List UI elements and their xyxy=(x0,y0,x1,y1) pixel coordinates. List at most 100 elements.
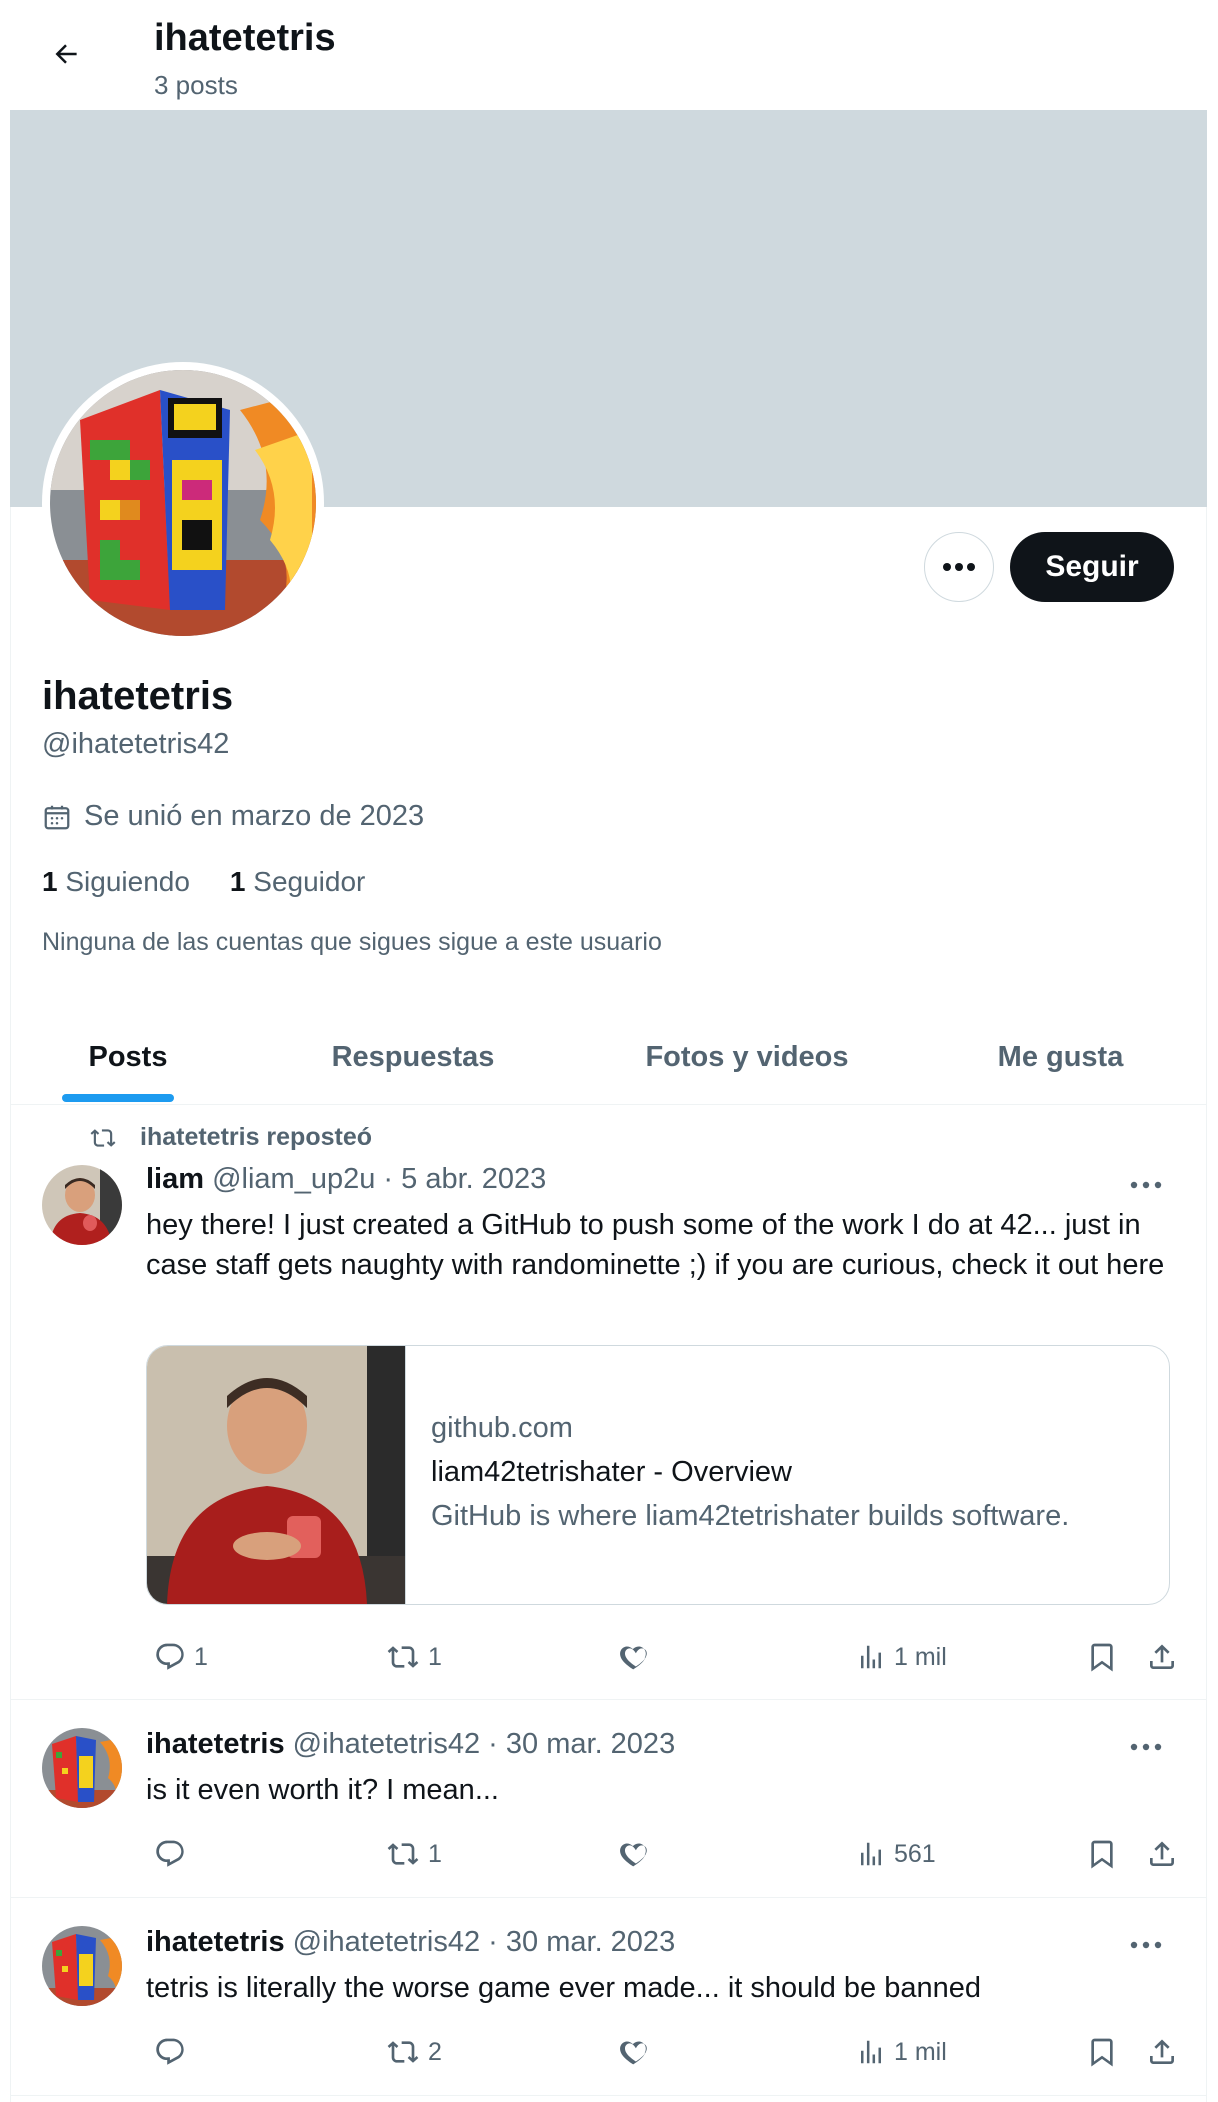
views-button[interactable]: 561 xyxy=(856,1832,936,1876)
post-actions: 2 1 mil xyxy=(146,2030,1186,2074)
post-separator: · xyxy=(383,1163,394,1195)
repost-count: 1 xyxy=(428,1642,442,1671)
following-label: Siguiendo xyxy=(65,866,190,897)
tab-posts[interactable]: Posts xyxy=(10,1010,246,1104)
bookmark-button[interactable] xyxy=(1086,1832,1118,1876)
profile-handle: @ihatetetris42 xyxy=(42,728,230,760)
follow-stats: 1 Siguiendo 1 Seguidor xyxy=(42,866,365,898)
post-item[interactable]: ihatetetris @ihatetetris42 · 30 mar. 202… xyxy=(10,1700,1207,1898)
repost-button[interactable]: 1 xyxy=(386,1832,442,1876)
post-author[interactable]: liam xyxy=(146,1163,204,1195)
repost-indicator: ihatetetris reposteó xyxy=(88,1123,372,1152)
post-more-button[interactable] xyxy=(1126,1935,1166,1955)
tab-me-gusta[interactable]: Me gusta xyxy=(914,1010,1207,1104)
repost-button[interactable]: 2 xyxy=(386,2030,442,2074)
post-author[interactable]: ihatetetris xyxy=(146,1728,285,1760)
analytics-icon xyxy=(861,2040,881,2064)
more-horizontal-icon xyxy=(943,563,975,571)
active-tab-indicator xyxy=(62,1094,174,1102)
like-button[interactable] xyxy=(620,1635,660,1679)
profile-page: ihatetetris 3 posts Seguir ihatetetris @… xyxy=(0,0,1218,2102)
heart-icon xyxy=(620,1843,647,1867)
analytics-icon xyxy=(861,1842,881,1866)
reply-count: 1 xyxy=(194,1642,208,1671)
tab-fotos-y-videos[interactable]: Fotos y videos xyxy=(580,1010,914,1104)
following-link[interactable]: 1 Siguiendo xyxy=(42,866,190,898)
bookmark-button[interactable] xyxy=(1086,1635,1118,1679)
link-card-description: GitHub is where liam42tetrishater builds… xyxy=(431,1500,1070,1532)
profile-avatar[interactable] xyxy=(42,362,324,644)
bookmark-icon xyxy=(1091,2038,1113,2067)
repost-icon xyxy=(387,1843,419,1865)
share-button[interactable] xyxy=(1146,1635,1178,1679)
post-handle[interactable]: @liam_up2u xyxy=(212,1163,375,1195)
bookmark-icon xyxy=(1091,1840,1113,1869)
back-button[interactable] xyxy=(42,30,90,78)
following-count: 1 xyxy=(42,866,58,897)
post-text: tetris is literally the worse game ever … xyxy=(146,1972,981,2004)
share-button[interactable] xyxy=(1146,1832,1178,1876)
heart-icon xyxy=(620,1646,647,1670)
post-header: liam @liam_up2u · 5 abr. 2023 xyxy=(146,1163,546,1196)
tab-respuestas[interactable]: Respuestas xyxy=(246,1010,580,1104)
avatar[interactable] xyxy=(42,1165,122,1245)
profile-tabs: Posts Respuestas Fotos y videos Me gusta xyxy=(10,1010,1207,1105)
share-button[interactable] xyxy=(1146,2030,1178,2074)
like-button[interactable] xyxy=(620,2030,660,2074)
repost-label: ihatetetris reposteó xyxy=(140,1123,373,1151)
reply-button[interactable] xyxy=(154,2030,194,2074)
views-button[interactable]: 1 mil xyxy=(856,1635,947,1679)
share-icon xyxy=(1150,2039,1174,2064)
post-handle[interactable]: @ihatetetris42 xyxy=(293,1728,480,1760)
post-text: hey there! I just created a GitHub to pu… xyxy=(146,1209,1165,1281)
bookmark-icon xyxy=(1091,1643,1113,1672)
post-date[interactable]: 30 mar. 2023 xyxy=(506,1728,675,1760)
post-date[interactable]: 5 abr. 2023 xyxy=(401,1163,546,1195)
repost-icon xyxy=(387,2041,419,2063)
post-handle[interactable]: @ihatetetris42 xyxy=(293,1926,480,1958)
more-horizontal-icon xyxy=(1130,1743,1162,1751)
header-post-count: 3 posts xyxy=(154,70,238,100)
heart-icon xyxy=(620,2041,647,2065)
follow-button[interactable]: Seguir xyxy=(1010,532,1174,602)
more-horizontal-icon xyxy=(1130,1941,1162,1949)
avatar-image xyxy=(50,370,316,636)
post-more-button[interactable] xyxy=(1126,1175,1166,1195)
profile-name: ihatetetris xyxy=(42,674,234,718)
avatar[interactable] xyxy=(42,1728,122,1808)
link-card[interactable]: github.com liam42tetrishater - Overview … xyxy=(146,1345,1170,1605)
view-count: 1 mil xyxy=(894,1642,947,1671)
share-icon xyxy=(1150,1644,1174,1669)
post-date[interactable]: 30 mar. 2023 xyxy=(506,1926,675,1958)
analytics-icon xyxy=(861,1645,881,1669)
followers-count: 1 xyxy=(229,866,246,897)
post-header: ihatetetris @ihatetetris42 · 30 mar. 202… xyxy=(146,1926,675,1959)
profile-more-button[interactable] xyxy=(924,532,994,602)
views-button[interactable]: 1 mil xyxy=(856,2030,947,2074)
reply-button[interactable]: 1 xyxy=(154,1635,208,1679)
repost-icon xyxy=(90,1128,116,1147)
link-card-title: liam42tetrishater - Overview xyxy=(431,1456,792,1488)
followers-link[interactable]: 1 Seguidor xyxy=(230,866,365,898)
post-author[interactable]: ihatetetris xyxy=(146,1926,285,1958)
post-more-button[interactable] xyxy=(1126,1737,1166,1757)
link-card-image xyxy=(147,1346,406,1604)
repost-button[interactable]: 1 xyxy=(386,1635,442,1679)
reply-icon xyxy=(156,2038,184,2065)
post-header: ihatetetris @ihatetetris42 · 30 mar. 202… xyxy=(146,1728,675,1761)
post-item[interactable]: ihatetetris reposteó liam @liam_up2u · 5… xyxy=(10,1105,1207,1700)
joined-date: Se unió en marzo de 2023 xyxy=(42,800,424,833)
post-actions: 1 561 xyxy=(146,1832,1186,1876)
header-title: ihatetetris xyxy=(154,17,336,59)
mutual-followers-note: Ninguna de las cuentas que sigues sigue … xyxy=(42,928,662,956)
post-text: is it even worth it? I mean... xyxy=(146,1774,499,1806)
reply-button[interactable] xyxy=(154,1832,194,1876)
share-icon xyxy=(1150,1841,1174,1866)
link-card-domain: github.com xyxy=(431,1412,573,1444)
avatar[interactable] xyxy=(42,1926,122,2006)
post-separator: · xyxy=(488,1926,498,1958)
bookmark-button[interactable] xyxy=(1086,2030,1118,2074)
like-button[interactable] xyxy=(620,1832,660,1876)
reply-icon xyxy=(156,1643,184,1670)
post-item[interactable]: ihatetetris @ihatetetris42 · 30 mar. 202… xyxy=(10,1898,1207,2096)
